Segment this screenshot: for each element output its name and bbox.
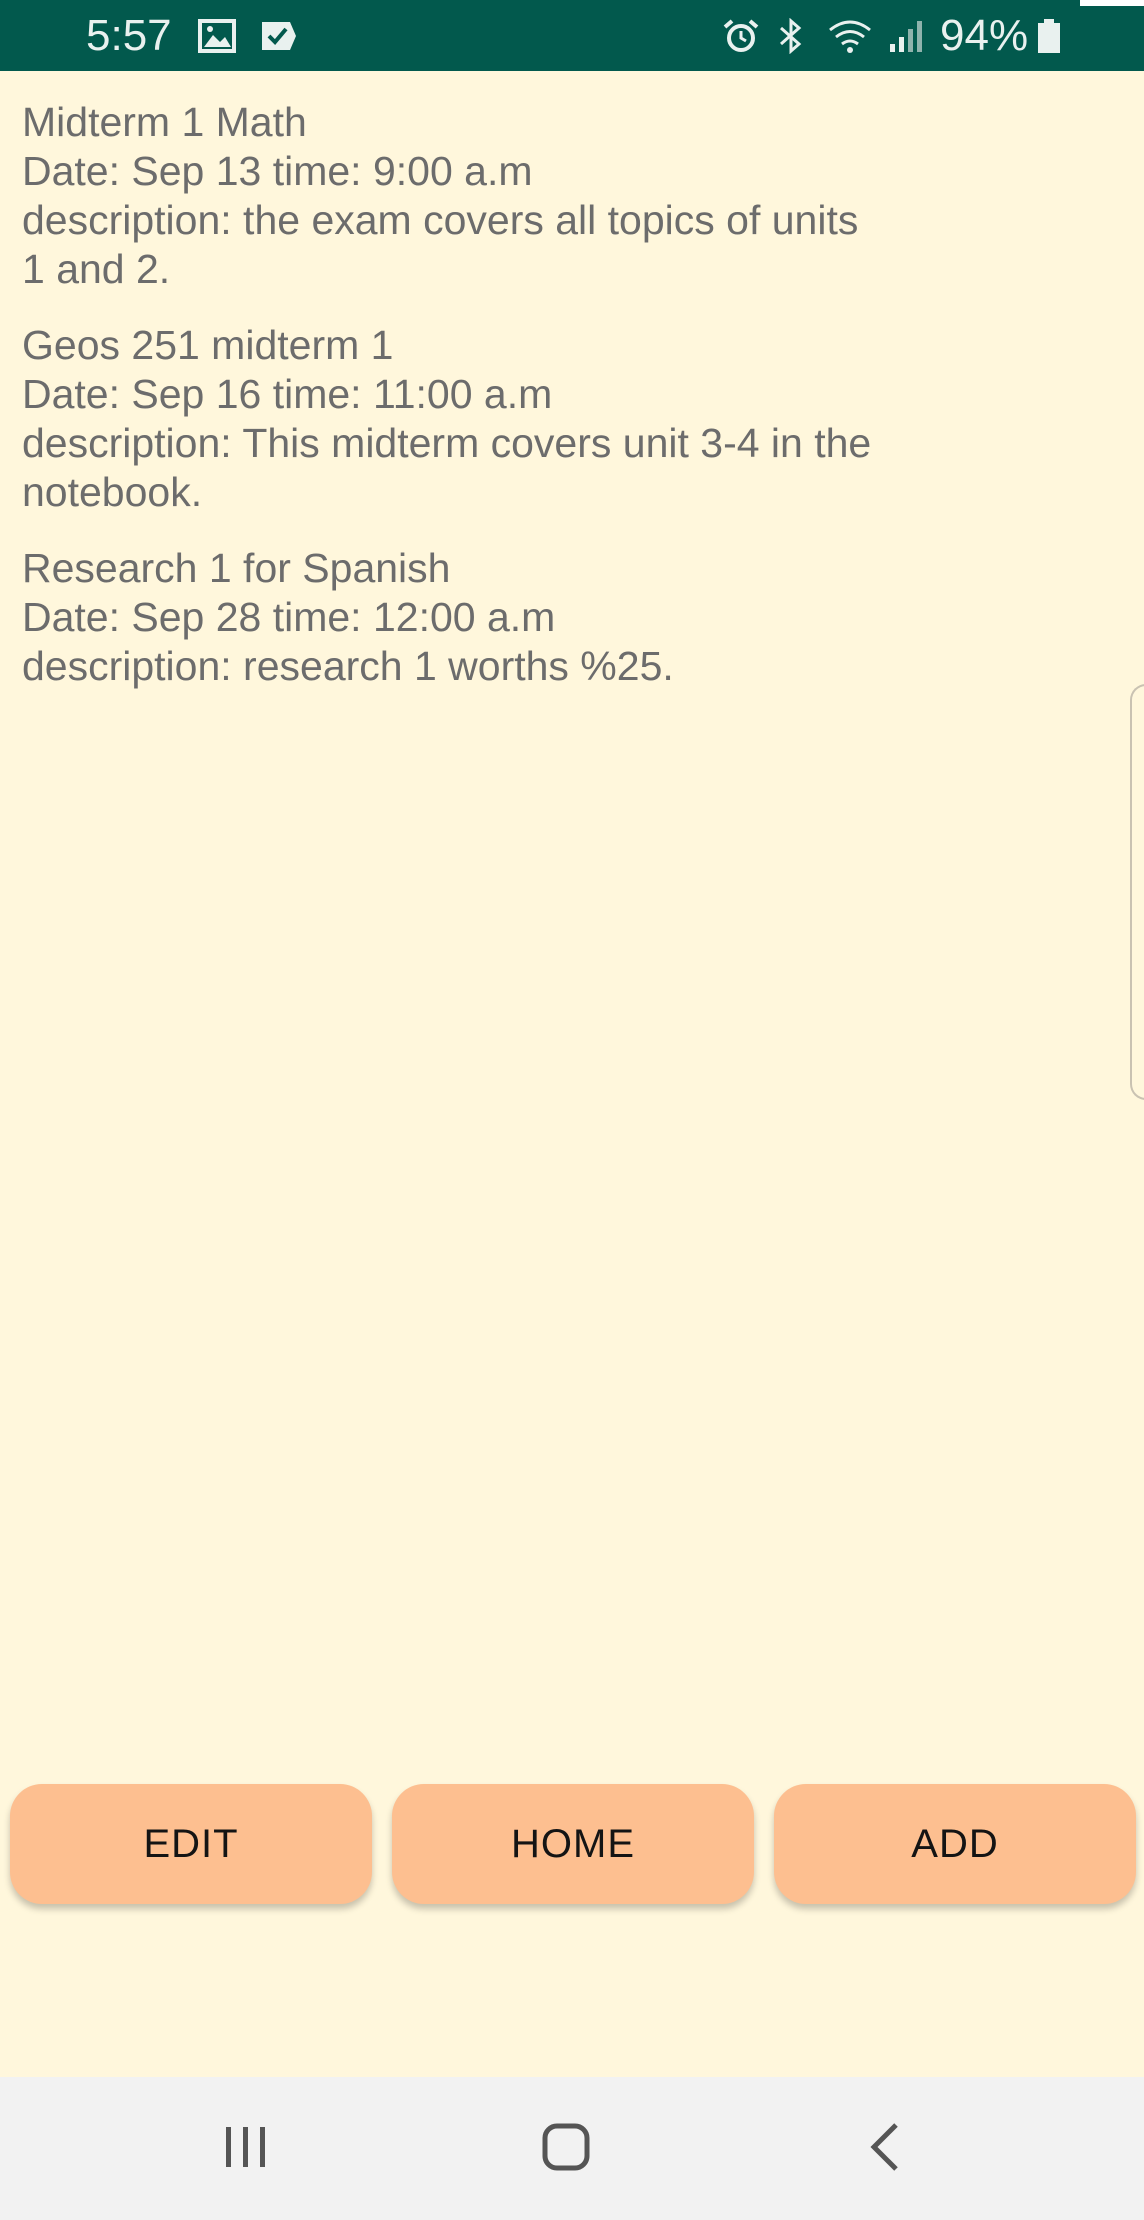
home-button[interactable]: HOME [392,1784,754,1904]
back-icon[interactable] [858,2117,918,2177]
recent-apps-icon[interactable] [216,2117,276,2177]
list-item[interactable]: Research 1 for Spanish Date: Sep 28 time… [22,544,882,691]
status-bar-notch [1080,0,1144,6]
navigation-bar [0,2077,1144,2220]
event-date: Date: Sep 28 time: 12:00 a.m [22,594,556,640]
event-date: Date: Sep 13 time: 9:00 a.m [22,148,533,194]
signal-icon [890,21,922,52]
checkmark-notification-icon [262,22,296,50]
event-description: description: the exam covers all topics … [22,197,859,292]
edit-button[interactable]: EDIT [10,1784,372,1904]
event-description: description: research 1 worths %25. [22,643,674,689]
bluetooth-icon [780,18,802,54]
alarm-icon [723,19,759,52]
edge-panel-handle[interactable] [1130,684,1144,1100]
event-title: Geos 251 midterm 1 [22,322,394,368]
battery-icon [1038,19,1060,53]
list-item[interactable]: Geos 251 midterm 1 Date: Sep 16 time: 11… [22,321,882,517]
status-bar: 5:57 94% [0,0,1144,71]
home-icon[interactable] [536,2117,596,2177]
add-button[interactable]: ADD [774,1784,1136,1904]
list-item[interactable]: Midterm 1 Math Date: Sep 13 time: 9:00 a… [22,98,882,294]
event-title: Research 1 for Spanish [22,545,451,591]
battery-percentage: 94% [940,11,1029,60]
event-description: description: This midterm covers unit 3-… [22,420,872,515]
wifi-icon [829,20,871,53]
status-time: 5:57 [86,11,172,60]
event-title: Midterm 1 Math [22,99,307,145]
events-list: Midterm 1 Math Date: Sep 13 time: 9:00 a… [22,98,882,718]
gallery-icon [198,19,236,53]
event-date: Date: Sep 16 time: 11:00 a.m [22,371,553,417]
